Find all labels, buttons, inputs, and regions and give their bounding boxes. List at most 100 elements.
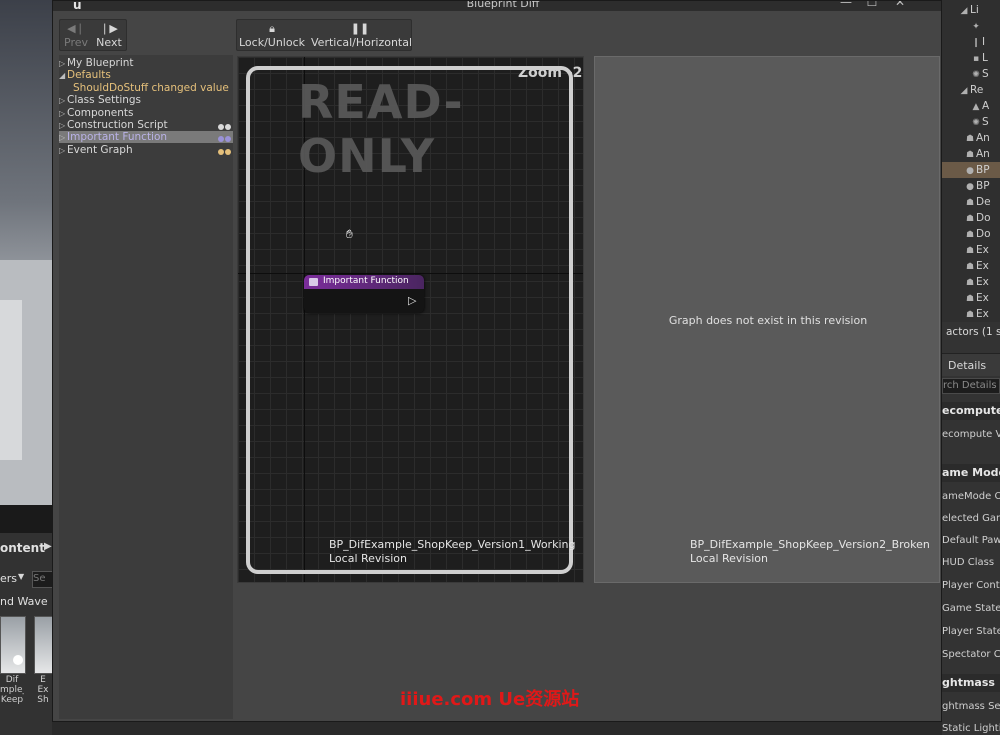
outliner-row-label: Do: [976, 212, 991, 224]
outliner-row-label: An: [976, 148, 990, 160]
collapse-arrow-icon[interactable]: ◢: [59, 70, 67, 82]
outliner-row[interactable]: ☗De: [942, 194, 1000, 210]
next-icon: ❘▶: [94, 23, 124, 37]
filters-button[interactable]: ers: [0, 572, 17, 585]
actor-type-icon: ☗: [964, 147, 976, 163]
right-graph-panel[interactable]: Graph does not exist in this revision BP…: [594, 56, 940, 583]
details-property[interactable]: Player Contr: [942, 579, 1000, 593]
content-browser: ontent ▶ ers ▼ Se nd Wave Dif mple_ Keep…: [0, 533, 52, 735]
tree-item-components[interactable]: ▷Components: [59, 107, 233, 119]
outliner-row[interactable]: ☗Ex: [942, 274, 1000, 290]
expand-arrow-icon[interactable]: ▷: [59, 132, 67, 144]
expand-arrow-icon[interactable]: ▷: [59, 95, 67, 107]
details-tab[interactable]: Details: [942, 353, 1000, 376]
asset-thumbnail[interactable]: [0, 616, 26, 674]
actor-type-icon: ☗: [964, 131, 976, 147]
details-category[interactable]: ghtmass: [942, 674, 1000, 692]
details-property[interactable]: Spectator Cl: [942, 648, 1000, 662]
hand-cursor-icon: ✋︎: [346, 227, 353, 242]
outliner-row[interactable]: ☗Ex: [942, 258, 1000, 274]
orientation-label: Vertical/Horizontal: [311, 36, 412, 49]
outliner-row[interactable]: ☗Do: [942, 226, 1000, 242]
actor-type-icon: ☗: [964, 259, 976, 275]
tree-item-defaults[interactable]: ◢Defaults: [59, 69, 233, 81]
lock-unlock-button[interactable]: 🔒︎ Lock/Unlock: [239, 20, 305, 50]
outliner-row[interactable]: ☗An: [942, 130, 1000, 146]
outliner-row-label: Li: [970, 4, 979, 16]
tree-item-label: Important Function: [67, 131, 167, 143]
content-search-input[interactable]: Se: [32, 571, 54, 588]
details-property[interactable]: Default Pawn: [942, 534, 1000, 548]
outliner-row[interactable]: ◢Re: [942, 82, 1000, 98]
actor-type-icon: ☗: [964, 195, 976, 211]
left-revision-label: Local Revision: [329, 552, 407, 566]
asset-filter-sound-wave[interactable]: nd Wave: [0, 595, 48, 608]
details-search-input[interactable]: rch Details: [942, 378, 1000, 394]
exec-pin-icon[interactable]: ▷: [408, 294, 416, 307]
tree-item-event-graph[interactable]: ▷Event Graph: [59, 144, 233, 156]
sphere-icon: [13, 655, 23, 665]
tree-item-my-blueprint[interactable]: ▷My Blueprint: [59, 57, 233, 69]
asset-label-2: E Ex Sh: [34, 675, 52, 705]
details-property[interactable]: Player State: [942, 625, 1000, 639]
asset-thumbnail-2[interactable]: [34, 616, 54, 674]
outliner-row[interactable]: ◢Li: [942, 2, 1000, 18]
outliner-row[interactable]: ☗Ex: [942, 306, 1000, 322]
prev-button[interactable]: ◀❘ Prev: [62, 20, 90, 50]
unreal-logo-icon: u: [73, 0, 82, 12]
details-property[interactable]: ghtmass Set: [942, 700, 1000, 714]
actor-type-icon: ◢: [958, 3, 970, 19]
outliner-row[interactable]: ●BP: [942, 162, 1000, 178]
actor-type-icon: ▲: [970, 99, 982, 115]
outliner-row[interactable]: ▪L: [942, 50, 1000, 66]
caret-right-icon[interactable]: ▶: [44, 541, 52, 552]
maximize-icon[interactable]: ☐: [861, 0, 883, 9]
left-graph-panel[interactable]: READ-ONLY Zoom -2 ✋︎ Important Function …: [237, 56, 584, 583]
details-property[interactable]: ameMode Ov: [942, 490, 1000, 504]
tree-item-construction-script[interactable]: ▷Construction Script: [59, 119, 233, 131]
function-entry-node[interactable]: Important Function ▷: [304, 275, 424, 313]
vertical-horizontal-button[interactable]: ❚❚ Vertical/Horizontal: [311, 20, 409, 50]
outliner-row[interactable]: ☗Do: [942, 210, 1000, 226]
outliner-row-label: Do: [976, 228, 991, 240]
window-title: Blueprint Diff: [403, 0, 603, 10]
outliner-row-label: S: [982, 116, 989, 128]
outliner-row[interactable]: ❙I: [942, 34, 1000, 50]
tree-item-class-settings[interactable]: ▷Class Settings: [59, 94, 233, 106]
right-revision-label: Local Revision: [690, 552, 768, 566]
outliner-row[interactable]: ☗Ex: [942, 290, 1000, 306]
prev-label: Prev: [64, 36, 88, 49]
tree-item-label: Event Graph: [67, 144, 133, 156]
details-property[interactable]: ecompute V: [942, 428, 1000, 442]
close-icon[interactable]: ✕: [889, 0, 911, 9]
level-viewport[interactable]: [0, 0, 52, 505]
outliner-row[interactable]: ☗Ex: [942, 242, 1000, 258]
outliner-row-label: De: [976, 196, 991, 208]
actor-type-icon: ●: [964, 179, 976, 195]
node-title: Important Function: [323, 276, 409, 286]
outliner-row[interactable]: ✦: [942, 18, 1000, 34]
details-category[interactable]: ecompute: [942, 402, 1000, 420]
right-revision-name: BP_DifExample_ShopKeep_Version2_Broken: [690, 538, 930, 552]
details-property[interactable]: elected Game: [942, 512, 1000, 526]
outliner-row-label: Ex: [976, 244, 989, 256]
outliner-row[interactable]: ✺S: [942, 114, 1000, 130]
function-icon: [309, 278, 318, 286]
details-property[interactable]: Game State: [942, 602, 1000, 616]
details-category[interactable]: ame Mode: [942, 464, 1000, 482]
outliner-row[interactable]: ●BP: [942, 178, 1000, 194]
minimize-icon[interactable]: —: [835, 0, 857, 9]
tree-item-changed-value[interactable]: ShouldDoStuff changed value in: [59, 82, 233, 94]
tree-item-important-function[interactable]: ▷Important Function: [59, 131, 233, 143]
expand-arrow-icon[interactable]: ▷: [59, 145, 67, 157]
outliner-row-label: BP: [976, 180, 990, 192]
next-button[interactable]: ❘▶ Next: [94, 20, 124, 50]
tree-item-label: Components: [67, 107, 133, 119]
outliner-row[interactable]: ☗An: [942, 146, 1000, 162]
actor-type-icon: ☗: [964, 291, 976, 307]
outliner-row[interactable]: ▲A: [942, 98, 1000, 114]
details-property[interactable]: HUD Class: [942, 556, 1000, 570]
outliner-row[interactable]: ✺S: [942, 66, 1000, 82]
details-property[interactable]: Static Lightin: [942, 722, 1000, 735]
view-toolbar: 🔒︎ Lock/Unlock ❚❚ Vertical/Horizontal: [236, 19, 412, 51]
